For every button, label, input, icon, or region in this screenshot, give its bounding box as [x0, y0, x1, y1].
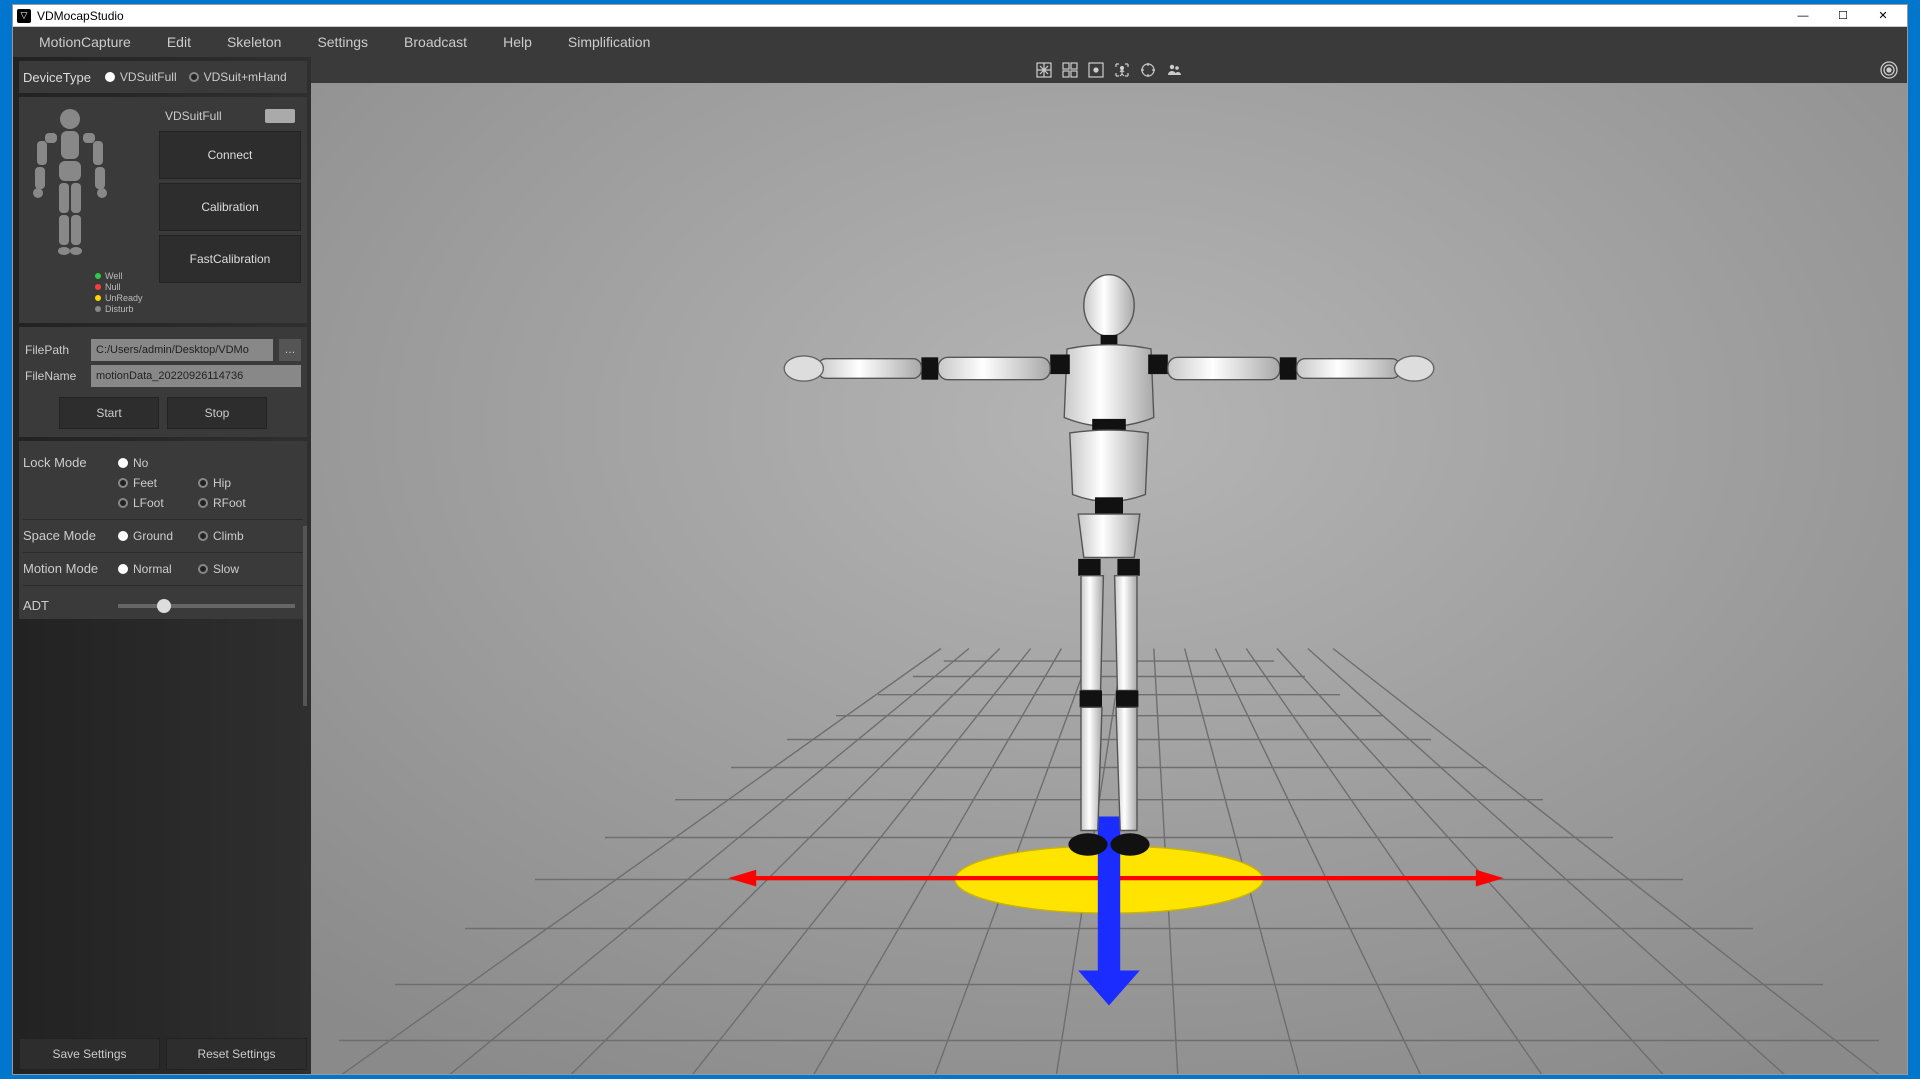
sidebar: DeviceType VDSuitFull VDSuit+mHand	[13, 57, 311, 1074]
reset-settings-button[interactable]: Reset Settings	[166, 1038, 307, 1070]
spacemode-label: Space Mode	[23, 526, 118, 543]
menu-skeleton[interactable]: Skeleton	[209, 30, 299, 54]
scrollbar[interactable]	[303, 526, 307, 706]
3d-viewport[interactable]	[311, 83, 1907, 1074]
calibration-button[interactable]: Calibration	[159, 183, 301, 231]
radio-vdsuit-mhand[interactable]: VDSuit+mHand	[189, 70, 287, 84]
adt-slider[interactable]	[118, 604, 295, 608]
suit-status-bar	[265, 109, 295, 123]
lockmode-label: Lock Mode	[23, 453, 118, 470]
grid-toggle-icon[interactable]	[1034, 60, 1054, 80]
menu-broadcast[interactable]: Broadcast	[386, 30, 485, 54]
save-settings-button[interactable]: Save Settings	[19, 1038, 160, 1070]
start-button[interactable]: Start	[59, 397, 159, 429]
radio-space-ground[interactable]: Ground	[118, 529, 198, 543]
minimize-button[interactable]: —	[1783, 5, 1823, 27]
radio-lock-no[interactable]: No	[118, 456, 198, 470]
people-icon[interactable]	[1164, 60, 1184, 80]
maximize-button[interactable]: ☐	[1823, 5, 1863, 27]
broadcast-icon[interactable]	[1879, 60, 1899, 80]
app-icon: ▽	[17, 9, 31, 23]
radio-lock-rfoot[interactable]: RFoot	[198, 496, 278, 510]
filepath-input[interactable]	[91, 339, 273, 361]
body-silhouette: Well Null UnReady Disturb	[25, 105, 155, 315]
radio-vdsuitfull[interactable]: VDSuitFull	[105, 70, 177, 84]
menu-help[interactable]: Help	[485, 30, 550, 54]
focus-icon[interactable]	[1086, 60, 1106, 80]
quad-view-icon[interactable]	[1060, 60, 1080, 80]
radio-lock-lfoot[interactable]: LFoot	[118, 496, 198, 510]
devicetype-panel: DeviceType VDSuitFull VDSuit+mHand	[19, 61, 307, 93]
target-icon[interactable]	[1138, 60, 1158, 80]
person-bounds-icon[interactable]	[1112, 60, 1132, 80]
devicetype-label: DeviceType	[23, 70, 91, 85]
menu-settings[interactable]: Settings	[299, 30, 386, 54]
filename-input[interactable]	[91, 365, 301, 387]
device-panel: Well Null UnReady Disturb VDSuitFull Con…	[19, 97, 307, 323]
menubar: MotionCapture Edit Skeleton Settings Bro…	[13, 27, 1907, 57]
radio-space-climb[interactable]: Climb	[198, 529, 278, 543]
motionmode-label: Motion Mode	[23, 559, 118, 576]
sensor-legend: Well Null UnReady Disturb	[95, 270, 143, 315]
browse-button[interactable]: …	[279, 339, 301, 361]
fastcalibration-button[interactable]: FastCalibration	[159, 235, 301, 283]
modes-panel: Lock Mode No Feet Hip LFoot RFoot Space …	[19, 441, 307, 619]
titlebar: ▽ VDMocapStudio — ☐ ✕	[13, 5, 1907, 27]
radio-motion-slow[interactable]: Slow	[198, 562, 278, 576]
connect-button[interactable]: Connect	[159, 131, 301, 179]
radio-motion-normal[interactable]: Normal	[118, 562, 198, 576]
suit-label-row: VDSuitFull	[159, 105, 301, 127]
radio-lock-hip[interactable]: Hip	[198, 476, 278, 490]
close-button[interactable]: ✕	[1863, 5, 1903, 27]
filepath-label: FilePath	[25, 343, 85, 357]
adt-label: ADT	[23, 598, 118, 613]
radio-lock-feet[interactable]: Feet	[118, 476, 198, 490]
menu-motioncapture[interactable]: MotionCapture	[21, 30, 149, 54]
stop-button[interactable]: Stop	[167, 397, 267, 429]
file-panel: FilePath … FileName Start Stop	[19, 327, 307, 437]
app-title: VDMocapStudio	[37, 9, 124, 23]
filename-label: FileName	[25, 369, 85, 383]
menu-simplification[interactable]: Simplification	[550, 30, 668, 54]
viewport-toolbar	[311, 57, 1907, 83]
menu-edit[interactable]: Edit	[149, 30, 209, 54]
